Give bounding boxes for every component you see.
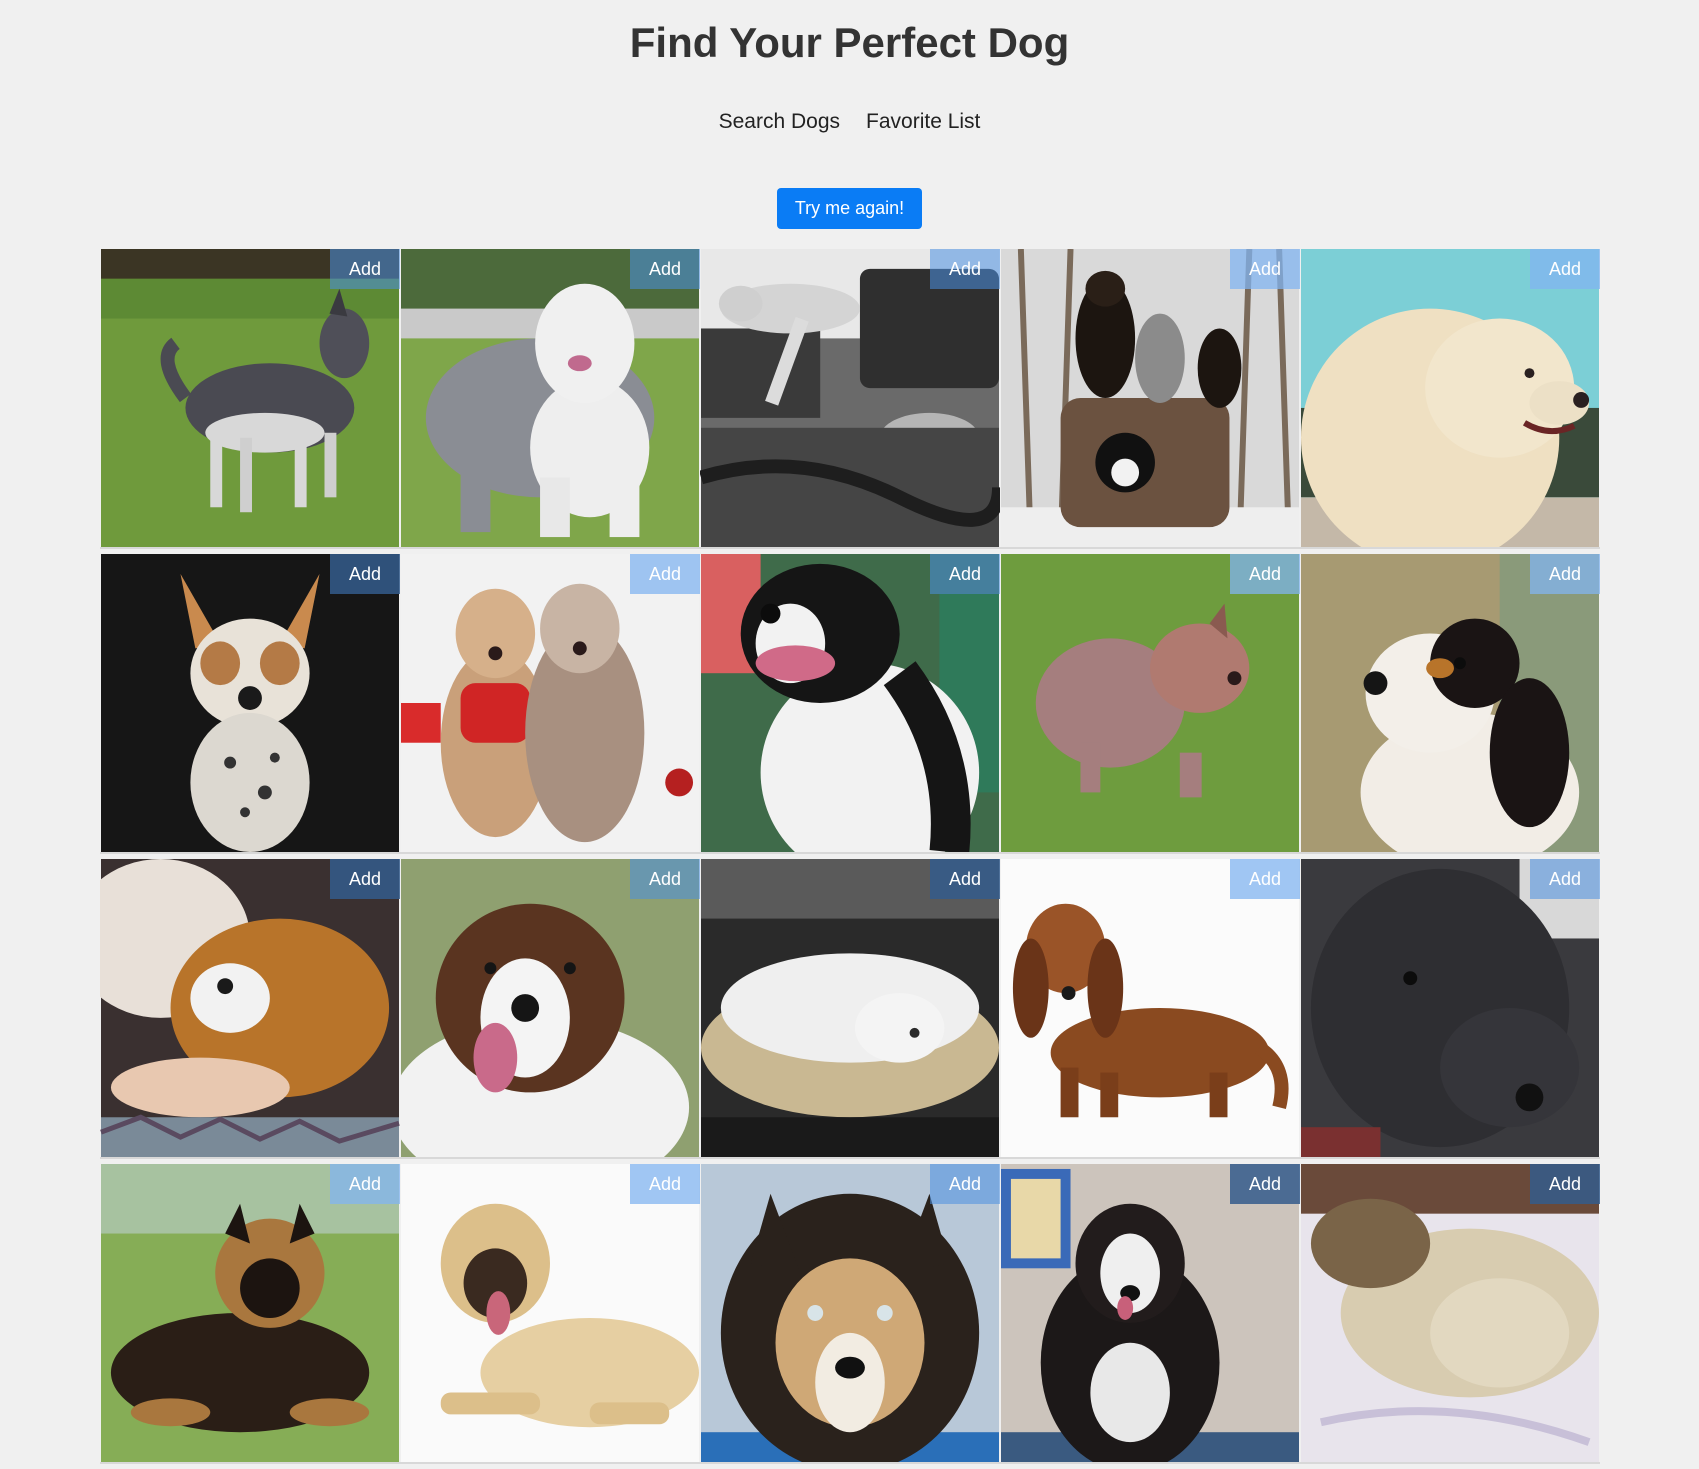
add-favorite-button[interactable]: Add [1530,249,1600,289]
add-favorite-button[interactable]: Add [330,249,400,289]
nav-favorite-list[interactable]: Favorite List [866,110,980,134]
dog-photo[interactable] [1300,554,1600,852]
dog-photo[interactable] [400,859,700,1157]
add-favorite-button[interactable]: Add [1230,554,1300,594]
nav-search-dogs[interactable]: Search Dogs [719,110,840,134]
dog-card: Add [700,249,1000,549]
main-nav: Search Dogs Favorite List [0,110,1699,134]
dog-photo[interactable] [1000,859,1300,1157]
dog-card: Add [1300,554,1600,854]
dog-photo[interactable] [400,249,700,547]
add-favorite-button[interactable]: Add [1530,1164,1600,1204]
dog-gallery: Add Add Add Add Add Add Add Add Add Add … [100,249,1600,1464]
add-favorite-button[interactable]: Add [330,1164,400,1204]
dog-card: Add [700,554,1000,854]
add-favorite-button[interactable]: Add [930,859,1000,899]
add-favorite-button[interactable]: Add [1230,249,1300,289]
dog-card: Add [100,249,400,549]
add-favorite-button[interactable]: Add [630,554,700,594]
page-title: Find Your Perfect Dog [629,19,1070,66]
dog-card: Add [700,1164,1000,1464]
dog-card: Add [1000,554,1300,854]
add-favorite-button[interactable]: Add [1530,554,1600,594]
dog-photo[interactable] [700,859,1000,1157]
dog-card: Add [400,859,700,1159]
dog-card: Add [100,859,400,1159]
dog-card: Add [700,859,1000,1159]
dog-photo[interactable] [100,554,400,852]
try-again-button[interactable]: Try me again! [777,188,922,229]
dog-card: Add [1300,1164,1600,1464]
add-favorite-button[interactable]: Add [1230,1164,1300,1204]
dog-card: Add [1300,249,1600,549]
add-favorite-button[interactable]: Add [330,554,400,594]
dog-card: Add [1000,249,1300,549]
dog-card: Add [100,554,400,854]
dog-photo[interactable] [1000,554,1300,852]
add-favorite-button[interactable]: Add [1230,859,1300,899]
dog-photo[interactable] [700,554,1000,852]
dog-card: Add [400,554,700,854]
dog-card: Add [400,249,700,549]
dog-photo[interactable] [100,1164,400,1462]
add-favorite-button[interactable]: Add [930,1164,1000,1204]
add-favorite-button[interactable]: Add [930,554,1000,594]
dog-photo[interactable] [400,1164,700,1462]
dog-photo[interactable] [1000,249,1300,547]
dog-card: Add [100,1164,400,1464]
add-favorite-button[interactable]: Add [630,859,700,899]
dog-photo[interactable] [1300,249,1600,547]
add-favorite-button[interactable]: Add [630,1164,700,1204]
add-favorite-button[interactable]: Add [630,249,700,289]
add-favorite-button[interactable]: Add [330,859,400,899]
dog-photo[interactable] [1300,859,1600,1157]
add-favorite-button[interactable]: Add [1530,859,1600,899]
dog-photo[interactable] [400,554,700,852]
add-favorite-button[interactable]: Add [930,249,1000,289]
dog-card: Add [1000,859,1300,1159]
dog-photo[interactable] [700,1164,1000,1462]
dog-card: Add [1000,1164,1300,1464]
dog-card: Add [400,1164,700,1464]
dog-card: Add [1300,859,1600,1159]
dog-photo[interactable] [1000,1164,1300,1462]
dog-photo[interactable] [1300,1164,1600,1462]
dog-photo[interactable] [700,249,1000,547]
dog-photo[interactable] [100,249,400,547]
dog-photo[interactable] [100,859,400,1157]
